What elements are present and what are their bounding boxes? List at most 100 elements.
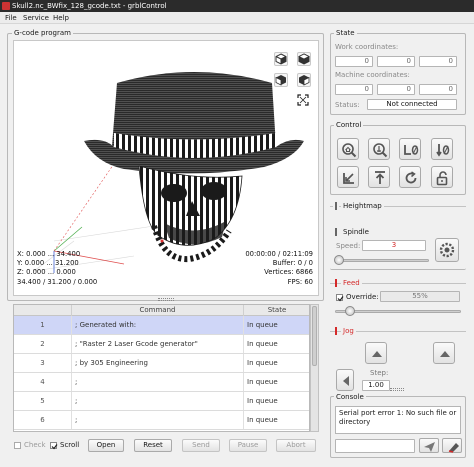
- row-command: ; by 305 Engineering: [72, 354, 244, 372]
- top-view-icon[interactable]: [297, 52, 311, 66]
- spindle-slider-track[interactable]: [335, 259, 429, 262]
- abort-button[interactable]: Abort: [276, 439, 316, 452]
- pause-button[interactable]: Pause: [229, 439, 267, 452]
- restore-origin-icon[interactable]: [337, 166, 359, 188]
- table-row[interactable]: 4 ; In queue: [14, 373, 309, 392]
- jog-grip[interactable]: [333, 326, 339, 336]
- check-checkbox[interactable]: [14, 442, 21, 449]
- row-state: In queue: [244, 373, 309, 391]
- right-splitter-handle[interactable]: [390, 388, 404, 391]
- console-command-input[interactable]: [335, 439, 415, 453]
- table-row[interactable]: 3 ; by 305 Engineering In queue: [14, 354, 309, 373]
- feed-grip[interactable]: [333, 278, 339, 288]
- table-scrollbar[interactable]: [310, 304, 319, 432]
- send-icon: [424, 442, 435, 452]
- zero-z-icon[interactable]: [431, 138, 453, 160]
- feed-slider-handle[interactable]: [344, 306, 355, 316]
- jog-x-minus-button[interactable]: [336, 369, 354, 391]
- header-command[interactable]: Command: [72, 305, 244, 316]
- menu-help[interactable]: Help: [53, 13, 69, 23]
- front-view-icon[interactable]: [274, 73, 288, 87]
- window-title-bar: Skull2.nc_BWfix_128_gcode.txt - grblCont…: [0, 0, 474, 12]
- spindle-speed-field[interactable]: 3: [362, 240, 426, 251]
- row-num: 2: [14, 335, 72, 353]
- override-label: Override:: [346, 293, 379, 301]
- row-state: In queue: [244, 411, 309, 429]
- row-num: 5: [14, 392, 72, 410]
- scroll-checkbox[interactable]: [50, 442, 58, 450]
- zero-probe-icon[interactable]: [368, 138, 390, 160]
- jog-z-plus-button[interactable]: [433, 342, 455, 364]
- table-row[interactable]: 5 ; In queue: [14, 392, 309, 411]
- menu-bar: File Service Help: [0, 12, 474, 24]
- reset-icon[interactable]: [399, 166, 421, 188]
- status-field: Not connected: [367, 99, 457, 110]
- gcode-program-title: G-code program: [12, 29, 73, 37]
- machine-z-field: 0: [419, 84, 457, 95]
- spindle-speed-label: Speed:: [336, 242, 361, 250]
- heightmap-grip[interactable]: [333, 201, 339, 211]
- row-command: ; "Raster 2 Laser Gcode generator": [72, 335, 244, 353]
- fps-readout: FPS: 60: [287, 278, 313, 286]
- table-row[interactable]: 1 ; Generated with: In queue: [14, 316, 309, 335]
- row-num: 4: [14, 373, 72, 391]
- gcode-visualizer[interactable]: X: 0.000 ... 34.400 Y: 0.000 ... 31.200 …: [13, 40, 319, 296]
- safe-position-icon[interactable]: [368, 166, 390, 188]
- table-row[interactable]: 6 ; In queue: [14, 411, 309, 430]
- fit-view-icon[interactable]: [297, 94, 311, 108]
- range-z: Z: 0.000 ... 0.000: [17, 268, 76, 276]
- zero-xy-icon[interactable]: [399, 138, 421, 160]
- arrow-up-icon: [440, 351, 450, 357]
- send-button[interactable]: Send: [182, 439, 220, 452]
- row-num: 3: [14, 354, 72, 372]
- menu-file[interactable]: File: [5, 13, 17, 23]
- feed-title: Feed: [341, 279, 362, 287]
- eraser-icon: [448, 443, 459, 453]
- row-state: In queue: [244, 392, 309, 410]
- home-icon[interactable]: [337, 138, 359, 160]
- jog-y-plus-button[interactable]: [365, 342, 387, 364]
- table-header: Command State: [14, 305, 309, 316]
- window-title: Skull2.nc_BWfix_128_gcode.txt - grblCont…: [12, 2, 167, 10]
- arrow-up-icon: [372, 351, 382, 357]
- work-z-field: 0: [419, 56, 457, 67]
- range-size: 34.400 / 31.200 / 0.000: [17, 278, 98, 286]
- machine-coordinates-label: Machine coordinates:: [335, 71, 410, 79]
- header-state[interactable]: State: [244, 305, 309, 316]
- row-command: ;: [72, 411, 244, 429]
- header-num[interactable]: [14, 305, 72, 316]
- console-clear-button[interactable]: [442, 438, 462, 453]
- tool-position: [160, 239, 164, 243]
- control-title: Control: [334, 121, 364, 129]
- left-view-icon[interactable]: [297, 73, 311, 87]
- buffer-readout: Buffer: 0 / 0: [272, 259, 313, 267]
- range-x: X: 0.000 ... 34.400: [17, 250, 81, 258]
- table-row[interactable]: 2 ; "Raster 2 Laser Gcode generator" In …: [14, 335, 309, 354]
- spindle-slider-handle[interactable]: [333, 255, 344, 265]
- splitter-handle[interactable]: [158, 298, 174, 301]
- machine-x-field: 0: [335, 84, 373, 95]
- status-label: Status:: [335, 101, 360, 109]
- heightmap-title[interactable]: Heightmap: [341, 202, 384, 210]
- machine-y-field: 0: [377, 84, 415, 95]
- override-field[interactable]: 55%: [380, 291, 460, 302]
- row-state: In queue: [244, 316, 309, 334]
- spindle-toggle-button[interactable]: [435, 238, 459, 262]
- open-button[interactable]: Open: [88, 439, 124, 452]
- override-checkbox[interactable]: [336, 294, 344, 302]
- step-field[interactable]: 1.00: [362, 380, 390, 391]
- work-y-field: 0: [377, 56, 415, 67]
- menu-service[interactable]: Service: [23, 13, 49, 23]
- spindle-grip[interactable]: [333, 227, 339, 237]
- time-readout: 00:00:00 / 02:11:09: [245, 250, 313, 258]
- console-send-button[interactable]: [419, 438, 439, 453]
- unlock-icon[interactable]: [431, 166, 453, 188]
- scrollbar-thumb[interactable]: [312, 306, 317, 366]
- vertices-readout: Vertices: 6866: [264, 268, 313, 276]
- console-output: Serial port error 1: No such file or dir…: [335, 406, 461, 434]
- reset-button[interactable]: Reset: [134, 439, 172, 452]
- range-y: Y: 0.000 ... 31.200: [17, 259, 79, 267]
- work-x-field: 0: [335, 56, 373, 67]
- check-label: Check: [24, 441, 46, 449]
- iso-view-icon[interactable]: [274, 52, 288, 66]
